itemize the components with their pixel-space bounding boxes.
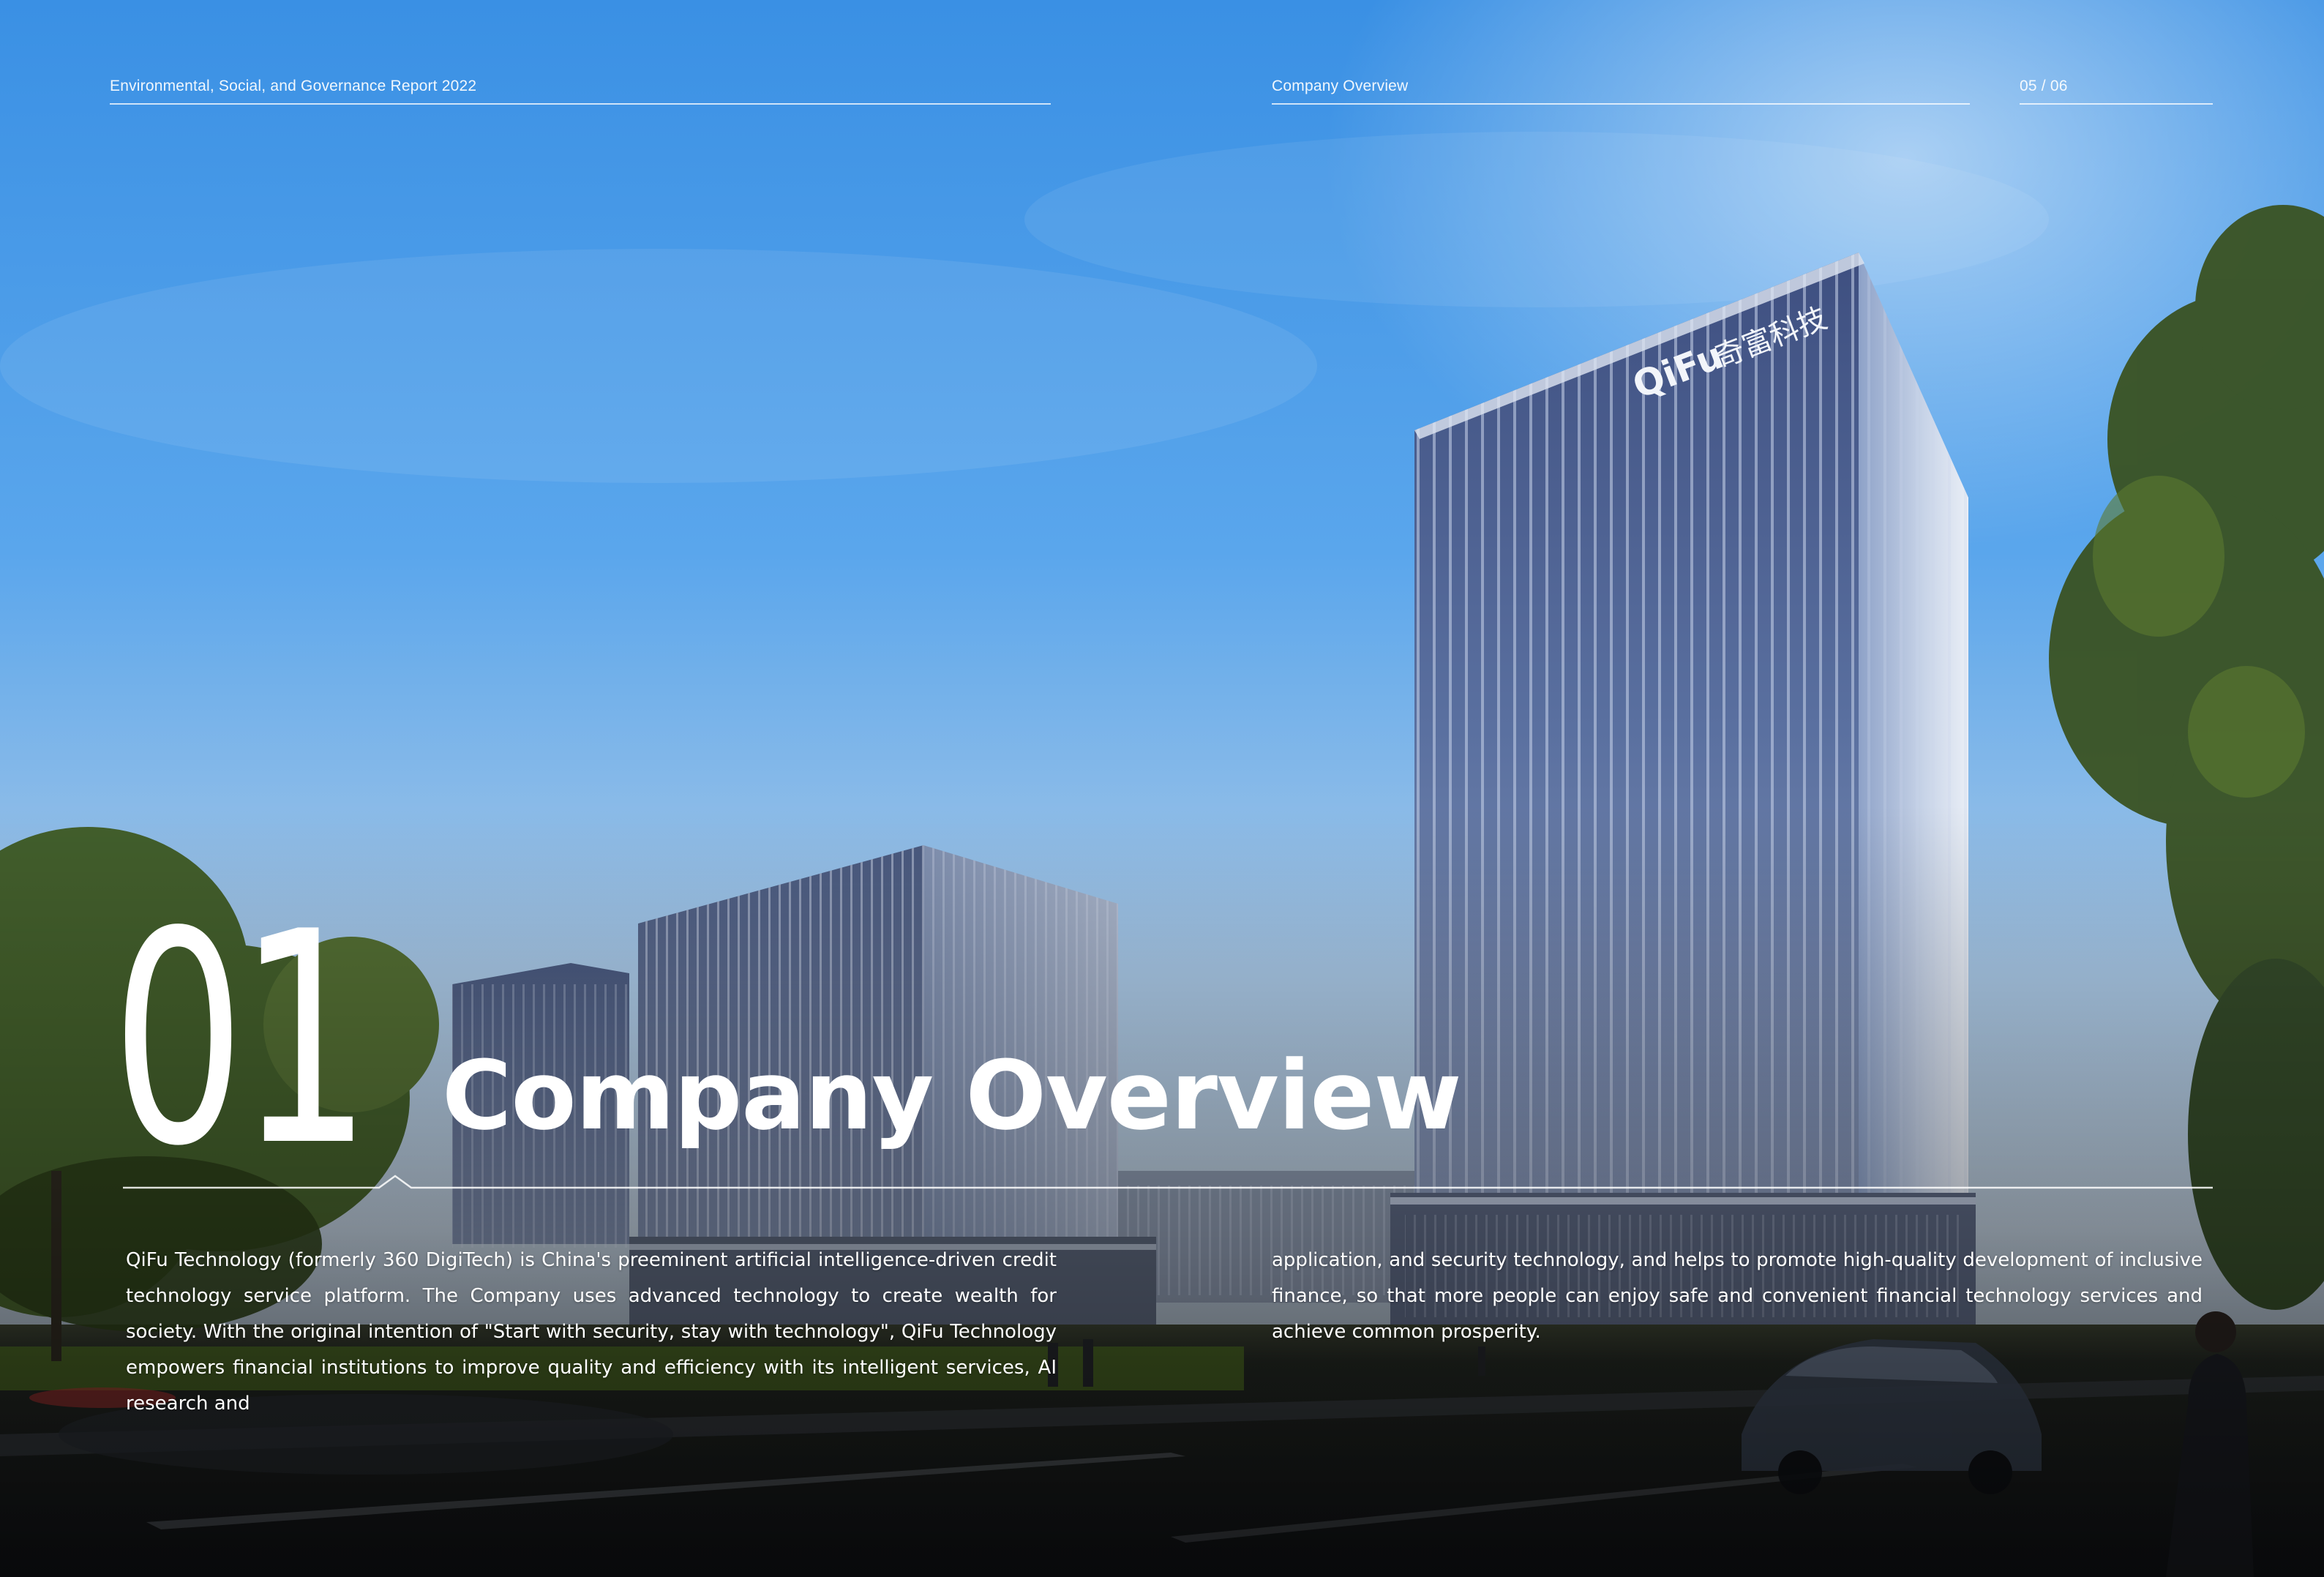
chapter-title: Company Overview: [442, 1040, 1462, 1151]
body-text-column-2: application, and security technology, an…: [1272, 1249, 2203, 1343]
report-page: QiFu 奇富科技 Environmental, Social, and Gov…: [0, 0, 2324, 1577]
body-text-column-1: QiFu Technology (formerly 360 DigiTech) …: [126, 1249, 1057, 1415]
chapter-number: 01: [111, 870, 372, 1210]
section-header: Company Overview: [1272, 77, 1970, 105]
page-indicator: 05 / 06: [2020, 77, 2213, 105]
report-title-header: Environmental, Social, and Governance Re…: [110, 77, 1051, 105]
